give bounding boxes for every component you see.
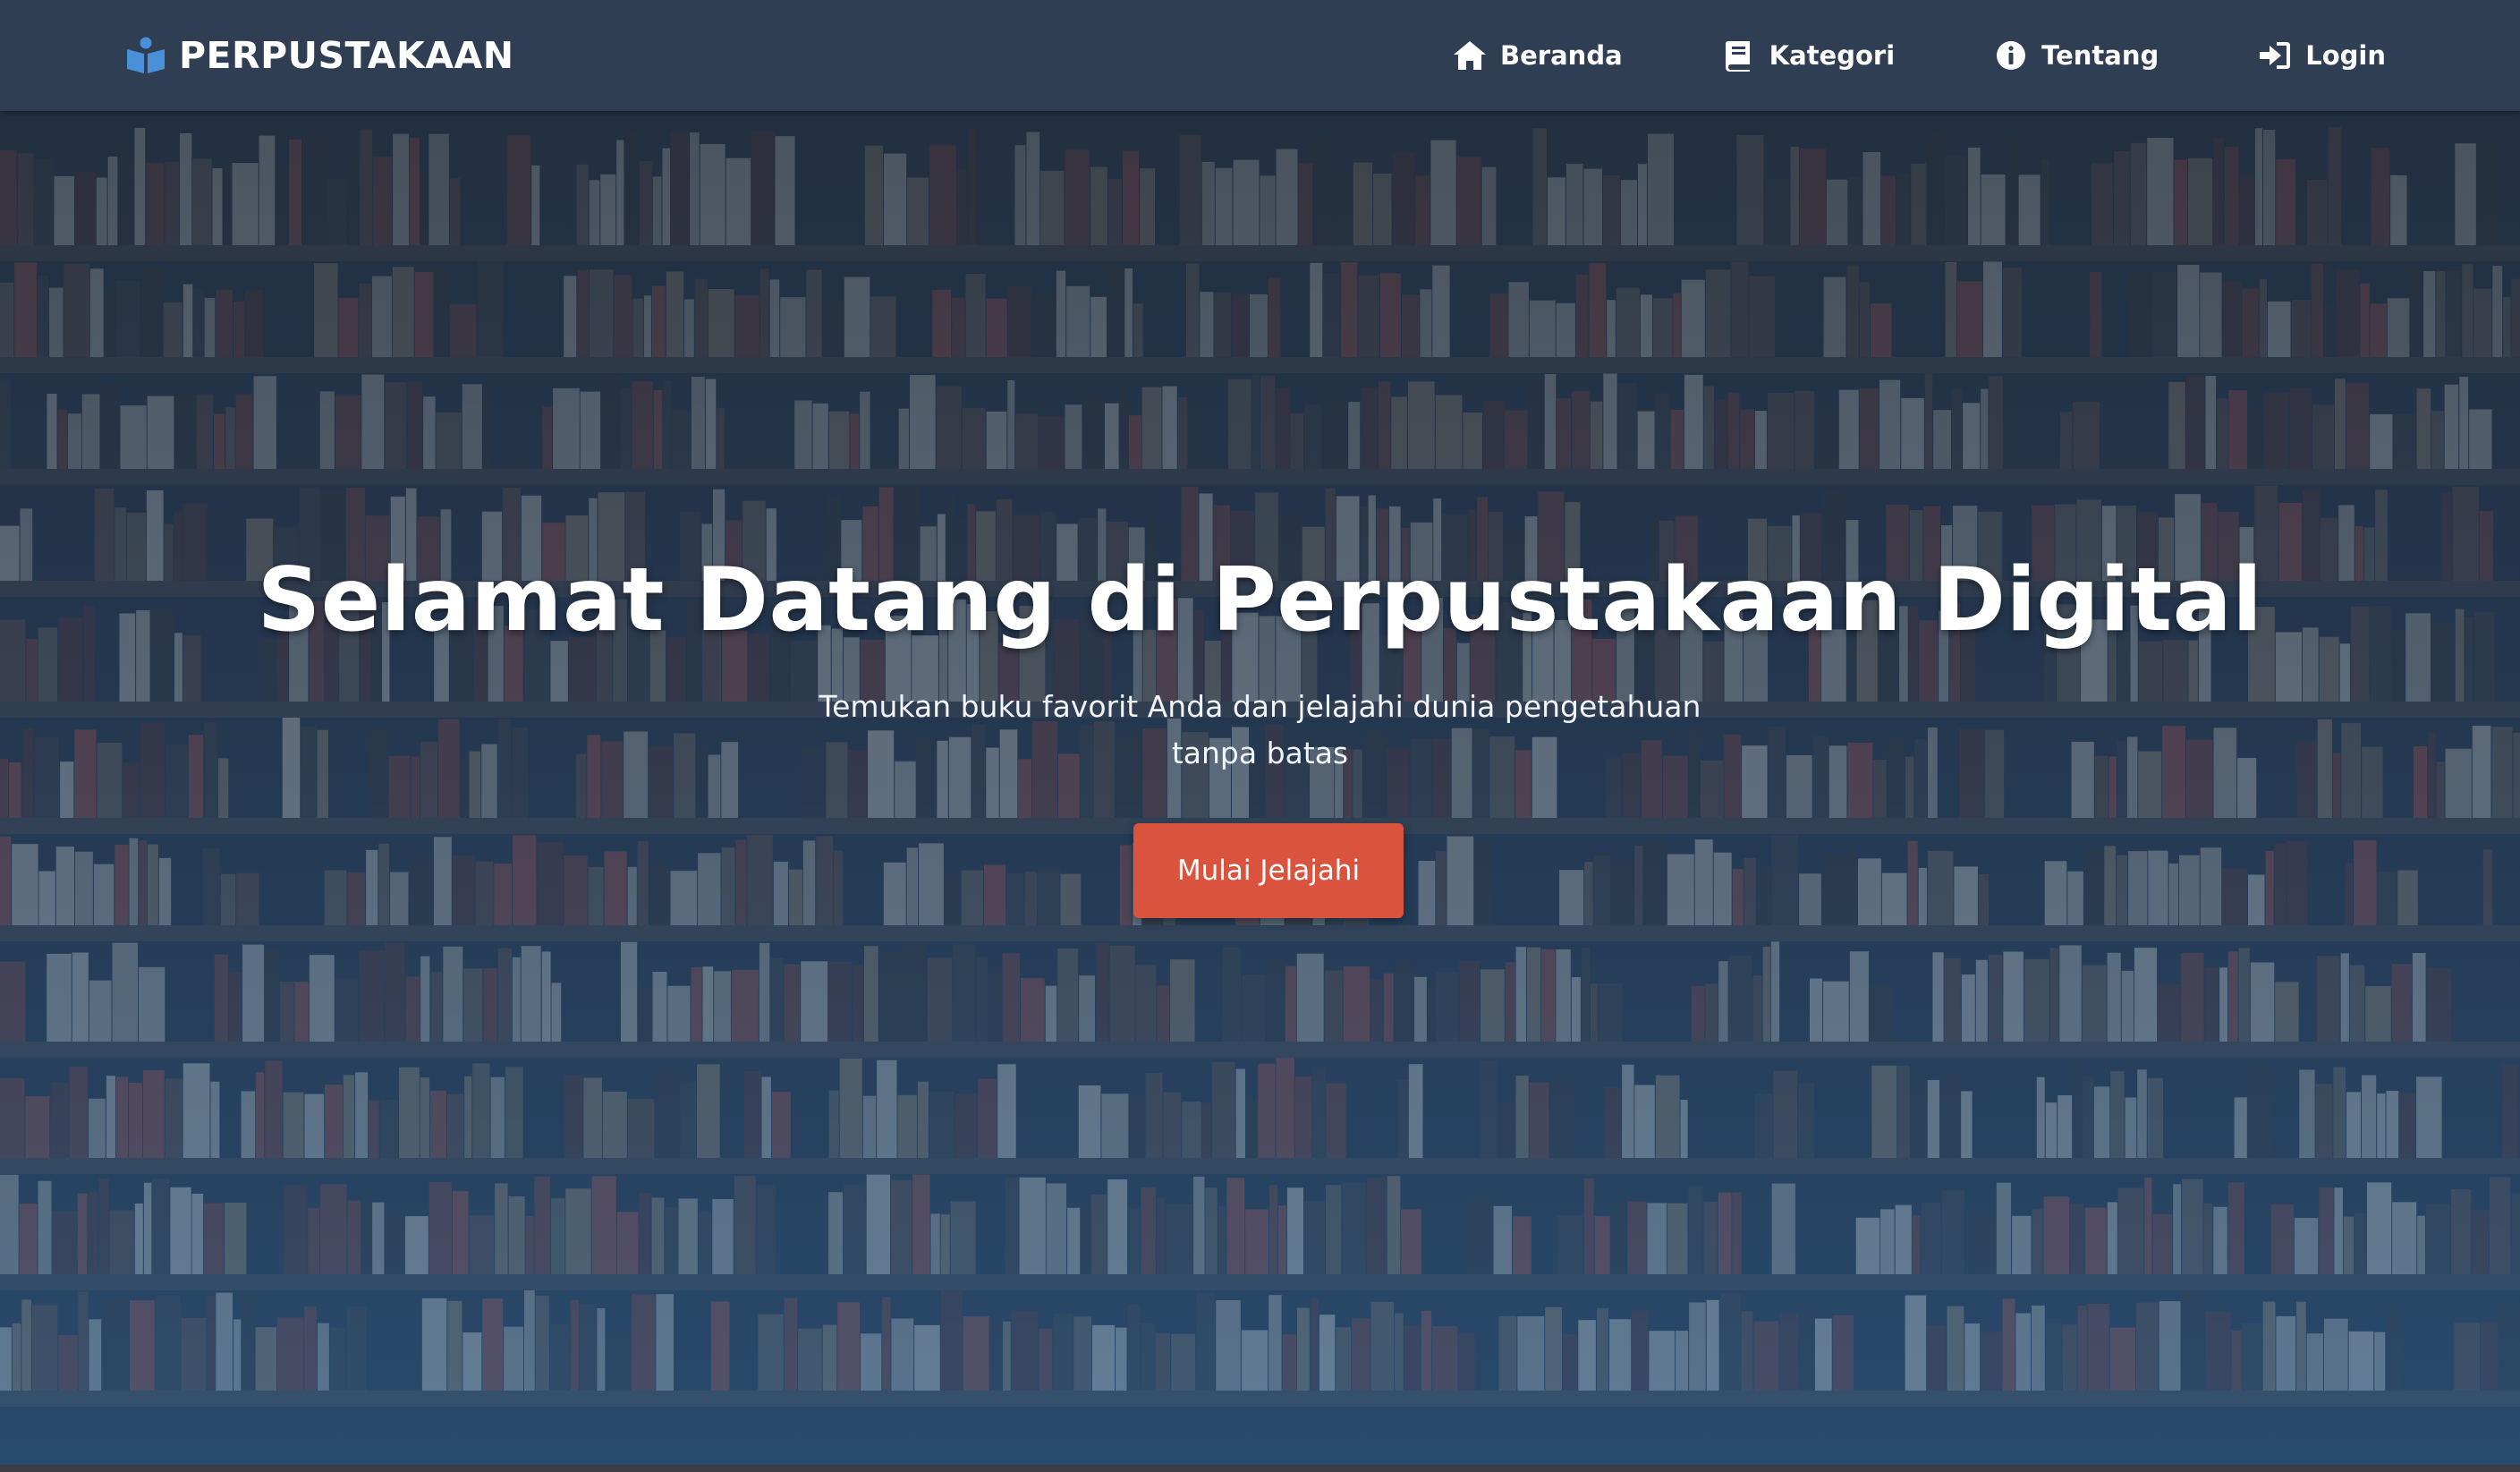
brand-name: PERPUSTAKAAN <box>179 34 514 77</box>
nav-item-label: Login <box>2305 40 2386 71</box>
start-explore-button[interactable]: Mulai Jelajahi <box>1133 823 1404 918</box>
book-reader-icon <box>127 37 165 73</box>
main-nav: Beranda Kategori Tentang Login <box>1452 0 2386 111</box>
hero-section: Selamat Datang di Perpustakaan Digital T… <box>0 111 2520 1465</box>
brand-logo[interactable]: PERPUSTAKAAN <box>125 0 514 111</box>
nav-item-beranda[interactable]: Beranda <box>1452 39 1623 72</box>
hero-content: Selamat Datang di Perpustakaan Digital T… <box>0 111 2520 1465</box>
hero-title: Selamat Datang di Perpustakaan Digital <box>257 549 2263 651</box>
nav-item-kategori[interactable]: Kategori <box>1721 39 1896 72</box>
window-bottom-edge <box>0 1465 2520 1472</box>
nav-item-label: Kategori <box>1769 40 1896 71</box>
nav-item-login[interactable]: Login <box>2257 39 2386 72</box>
nav-item-label: Tentang <box>2041 40 2159 71</box>
navbar: PERPUSTAKAAN Beranda Kategori Tentang Lo… <box>0 0 2520 111</box>
nav-item-tentang[interactable]: Tentang <box>1993 39 2159 72</box>
home-icon <box>1454 41 1487 70</box>
sign-in-icon <box>2260 42 2291 69</box>
book-icon <box>1725 41 1750 72</box>
nav-item-label: Beranda <box>1500 40 1623 71</box>
info-circle-icon <box>1997 41 2026 70</box>
hero-subtitle: Temukan buku favorit Anda dan jelajahi d… <box>819 689 1701 770</box>
